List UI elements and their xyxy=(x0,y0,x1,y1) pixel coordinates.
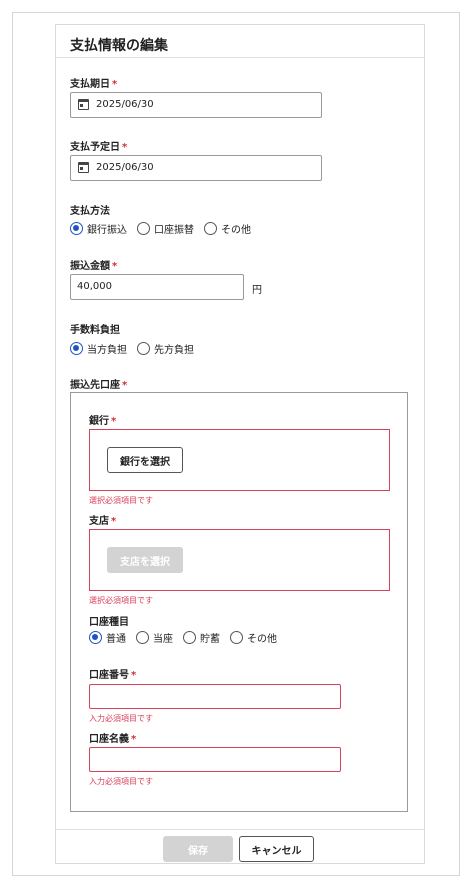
bank-label: 銀行 * xyxy=(89,412,116,427)
branch-label-text: 支店 xyxy=(89,516,109,527)
required-mark: * xyxy=(112,261,118,272)
radio-label: 当座 xyxy=(153,634,173,645)
radio-unchecked-icon[interactable] xyxy=(204,222,217,235)
payment-method-label: 支払方法 xyxy=(70,206,110,217)
account-number-input[interactable] xyxy=(89,684,341,709)
required-mark: * xyxy=(131,734,137,745)
account-name-error-message: 入力必須項目です xyxy=(89,777,153,786)
transfer-amount-label-text: 振込金額 xyxy=(70,261,110,272)
radio-other-type[interactable]: その他 xyxy=(230,630,277,645)
radio-label: 先方負担 xyxy=(154,345,194,356)
radio-unchecked-icon[interactable] xyxy=(136,631,149,644)
radio-account-transfer[interactable]: 口座振替 xyxy=(137,221,194,236)
account-panel: 銀行 * 銀行を選択 選択必須項目です 支店 * 支店を選択 選択必須項目です 口座… xyxy=(70,392,408,812)
account-name-label: 口座名義 * xyxy=(89,730,136,745)
fee-bearer-radio-group: 当方負担 先方負担 xyxy=(70,341,204,356)
radio-checked-icon[interactable] xyxy=(70,222,83,235)
radio-label: 当方負担 xyxy=(87,345,127,356)
branch-error-message: 選択必須項目です xyxy=(89,596,153,605)
required-mark: * xyxy=(122,380,128,391)
radio-unchecked-icon[interactable] xyxy=(137,222,150,235)
radio-other[interactable]: その他 xyxy=(204,221,251,236)
account-number-label: 口座番号 * xyxy=(89,666,136,681)
radio-their-side[interactable]: 先方負担 xyxy=(137,341,194,356)
transfer-amount-label: 振込金額 * xyxy=(70,257,117,272)
payment-method-radio-group: 銀行振込 口座振替 その他 xyxy=(70,221,261,236)
select-branch-button[interactable]: 支店を選択 xyxy=(107,547,183,573)
required-mark: * xyxy=(131,670,137,681)
required-mark: * xyxy=(111,516,117,527)
branch-select-area: 支店を選択 xyxy=(89,529,390,591)
radio-checked-icon[interactable] xyxy=(70,342,83,355)
account-number-label-text: 口座番号 xyxy=(89,670,129,681)
transfer-amount-input[interactable]: 40,000 xyxy=(70,274,244,300)
footer-divider xyxy=(56,829,424,830)
account-name-input[interactable] xyxy=(89,747,341,772)
save-button[interactable]: 保存 xyxy=(163,836,233,862)
radio-label: 口座振替 xyxy=(154,225,194,236)
account-name-label-text: 口座名義 xyxy=(89,734,129,745)
radio-checked-icon[interactable] xyxy=(89,631,102,644)
radio-bank-transfer[interactable]: 銀行振込 xyxy=(70,221,127,236)
radio-label: 銀行振込 xyxy=(87,225,127,236)
payment-date-field[interactable]: 2025/06/30 xyxy=(70,92,322,118)
payment-date-label: 支払期日 * xyxy=(70,75,117,90)
calendar-icon[interactable] xyxy=(78,162,89,173)
title-divider xyxy=(56,57,424,58)
bank-label-text: 銀行 xyxy=(89,416,109,427)
radio-label: 貯蓄 xyxy=(200,634,220,645)
cancel-button[interactable]: キャンセル xyxy=(239,836,314,862)
edit-payment-dialog: 支払情報の編集 支払期日 * 2025/06/30 支払予定日 * 2025/06/… xyxy=(55,24,425,864)
account-type-label: 口座種目 xyxy=(89,617,129,628)
currency-unit: 円 xyxy=(252,285,262,296)
dialog-title: 支払情報の編集 xyxy=(70,38,168,54)
radio-label: その他 xyxy=(247,634,277,645)
bank-error-message: 選択必須項目です xyxy=(89,496,153,505)
scheduled-date-label: 支払予定日 * xyxy=(70,138,127,153)
radio-savings[interactable]: 貯蓄 xyxy=(183,630,220,645)
scheduled-date-label-text: 支払予定日 xyxy=(70,142,120,153)
calendar-icon[interactable] xyxy=(78,99,89,110)
bank-select-area: 銀行を選択 xyxy=(89,429,390,491)
branch-label: 支店 * xyxy=(89,512,116,527)
scheduled-date-value: 2025/06/30 xyxy=(96,162,154,173)
payment-date-label-text: 支払期日 xyxy=(70,79,110,90)
radio-unchecked-icon[interactable] xyxy=(230,631,243,644)
radio-unchecked-icon[interactable] xyxy=(137,342,150,355)
account-label-text: 振込先口座 xyxy=(70,380,120,391)
account-number-error-message: 入力必須項目です xyxy=(89,714,153,723)
payment-date-value: 2025/06/30 xyxy=(96,99,154,110)
transfer-amount-value: 40,000 xyxy=(77,281,112,292)
radio-label: 普通 xyxy=(106,634,126,645)
radio-label: その他 xyxy=(221,225,251,236)
account-type-radio-group: 普通 当座 貯蓄 その他 xyxy=(89,630,287,645)
required-mark: * xyxy=(112,79,118,90)
required-mark: * xyxy=(122,142,128,153)
radio-checking[interactable]: 当座 xyxy=(136,630,173,645)
scheduled-date-field[interactable]: 2025/06/30 xyxy=(70,155,322,181)
account-label: 振込先口座 * xyxy=(70,376,127,391)
fee-bearer-label: 手数料負担 xyxy=(70,325,120,336)
radio-unchecked-icon[interactable] xyxy=(183,631,196,644)
radio-ordinary[interactable]: 普通 xyxy=(89,630,126,645)
required-mark: * xyxy=(111,416,117,427)
radio-our-side[interactable]: 当方負担 xyxy=(70,341,127,356)
select-bank-button[interactable]: 銀行を選択 xyxy=(107,447,183,473)
